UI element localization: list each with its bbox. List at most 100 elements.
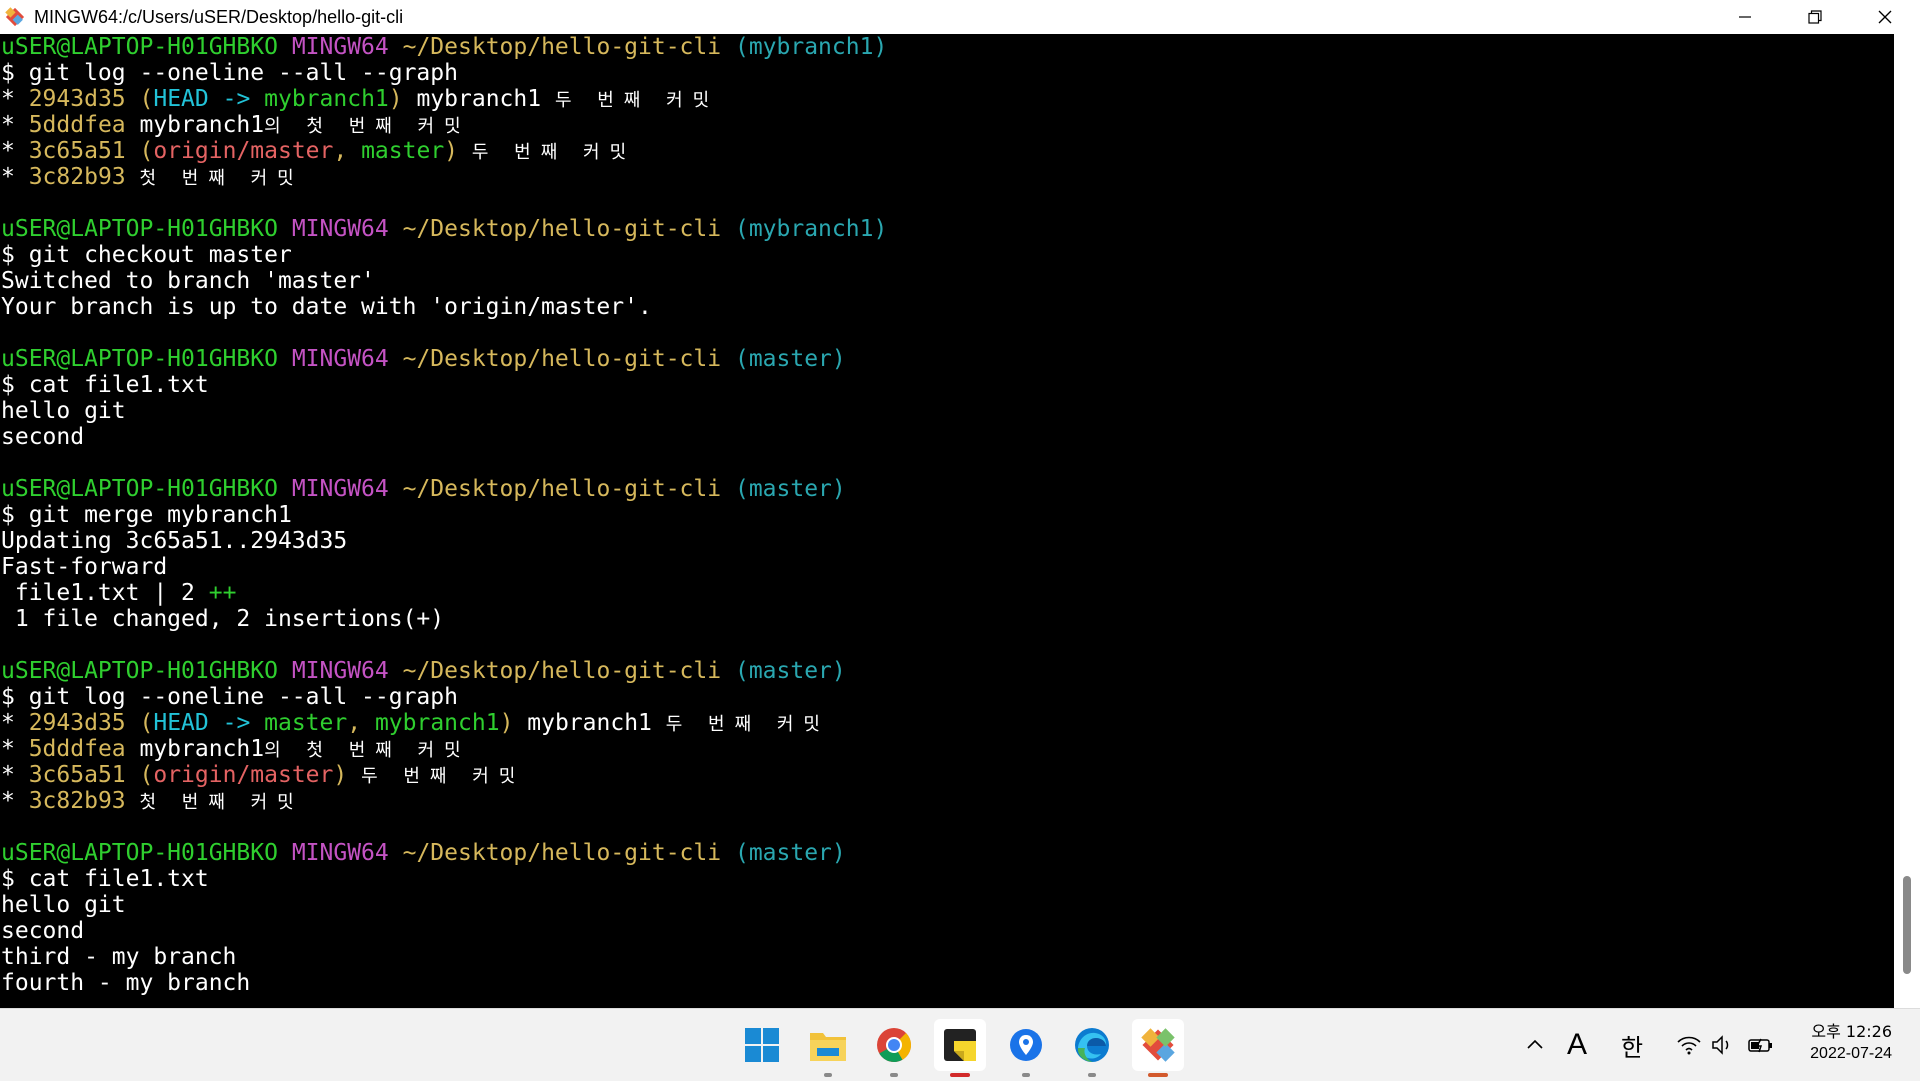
- terminal-text-segment: $ git checkout master: [1, 242, 292, 268]
- terminal-line: Switched to branch 'master': [0, 268, 1894, 294]
- terminal-text-segment: (: [139, 710, 154, 736]
- terminal-text-segment: (master): [734, 476, 846, 502]
- terminal-text-segment: Updating 3c65a51..2943d35: [1, 528, 348, 554]
- terminal-text-segment: MINGW64: [291, 34, 389, 60]
- terminal-text-segment: 의 첫 번째 커밋: [264, 116, 471, 137]
- terminal-text-segment: *: [1, 762, 29, 788]
- terminal-text-segment: (master): [734, 840, 846, 866]
- taskbar-chrome[interactable]: [868, 1019, 920, 1077]
- terminal-line: $ git log --oneline --all --graph: [0, 684, 1894, 710]
- terminal-text-segment: *: [1, 112, 29, 138]
- terminal-scrollbar[interactable]: [1894, 34, 1920, 1008]
- terminal-text-segment: 3c65a51: [28, 138, 126, 164]
- terminal-text-segment: fourth - my branch: [1, 970, 251, 996]
- terminal-text-segment: origin/master: [153, 762, 334, 788]
- terminal-line: $ git checkout master: [0, 242, 1894, 268]
- battery-icon: [1748, 1038, 1772, 1053]
- terminal-text-segment: $ git log --oneline --all --graph: [1, 60, 458, 86]
- terminal-line: 1 file changed, 2 insertions(+): [0, 606, 1894, 632]
- terminal-line: * 3c82b93 첫 번째 커밋: [0, 164, 1894, 190]
- terminal-line: uSER@LAPTOP-H01GHBKO MINGW64 ~/Desktop/h…: [0, 840, 1894, 866]
- terminal-text-segment: ++: [208, 580, 237, 606]
- minimize-button[interactable]: [1710, 0, 1780, 34]
- terminal-text-segment: MINGW64: [291, 840, 389, 866]
- folder-icon: [810, 1033, 846, 1061]
- terminal-text-segment: Your branch is up to date with 'origin/m…: [1, 294, 652, 320]
- terminal-text-segment: 5dddfea: [28, 736, 126, 762]
- terminal-line: * 3c65a51 (origin/master, master) 두 번째 커…: [0, 138, 1894, 164]
- speaker-icon: [1712, 1035, 1729, 1055]
- terminal-text-segment: 첫 번째 커밋: [139, 168, 304, 189]
- terminal-text-segment: 두 번째 커밋: [554, 90, 720, 111]
- terminal-text-segment: ~/Desktop/hello-git-cli: [402, 216, 722, 242]
- terminal-text-segment: 2943d35: [28, 86, 126, 112]
- terminal-text-segment: 1 file changed, 2 insertions(+): [1, 606, 445, 632]
- battery-status[interactable]: [1744, 1027, 1778, 1063]
- terminal-text-segment: origin/master: [153, 138, 334, 164]
- terminal-text-segment: 2943d35: [28, 710, 126, 736]
- show-hidden-icons-button[interactable]: [1520, 1027, 1550, 1063]
- terminal-text-segment: ~/Desktop/hello-git-cli: [402, 476, 722, 502]
- terminal-line: * 3c65a51 (origin/master) 두 번째 커밋: [0, 762, 1894, 788]
- close-icon: [1878, 10, 1892, 24]
- terminal-text-segment: hello git: [1, 398, 126, 424]
- terminal-text-segment: file1.txt | 2: [1, 580, 209, 606]
- terminal-text-segment: HEAD ->: [153, 86, 265, 112]
- terminal-text-segment: hello git: [1, 892, 126, 918]
- terminal-line: hello git: [0, 892, 1894, 918]
- terminal-text-segment: *: [1, 164, 29, 190]
- terminal-text-segment: *: [1, 86, 29, 112]
- terminal-text-segment: mybranch1: [513, 710, 666, 736]
- restore-button[interactable]: [1780, 0, 1850, 34]
- terminal-text-segment: uSER@LAPTOP-H01GHBKO: [1, 346, 278, 372]
- terminal-line: * 5dddfea mybranch1의 첫 번째 커밋: [0, 112, 1894, 138]
- terminal-text-segment: 두 번째 커밋: [471, 142, 637, 163]
- terminal-text-segment: mybranch1: [402, 86, 555, 112]
- scrollbar-thumb[interactable]: [1903, 876, 1911, 974]
- taskbar-sticky-notes[interactable]: [934, 1019, 986, 1077]
- terminal-line: third - my branch: [0, 944, 1894, 970]
- ime-language-indicator[interactable]: 한: [1617, 1027, 1647, 1063]
- terminal-text-segment: mybranch1: [125, 736, 265, 762]
- taskbar-edge[interactable]: [1066, 1019, 1118, 1077]
- terminal-text-segment: (: [139, 86, 154, 112]
- system-clock[interactable]: 오후 12:26 2022-07-24: [1810, 1021, 1892, 1065]
- volume-control[interactable]: [1708, 1027, 1738, 1063]
- terminal-line: * 2943d35 (HEAD -> mybranch1) mybranch1 …: [0, 86, 1894, 112]
- terminal-text-segment: Switched to branch 'master': [1, 268, 375, 294]
- terminal-output[interactable]: uSER@LAPTOP-H01GHBKO MINGW64 ~/Desktop/h…: [0, 34, 1894, 1008]
- title-bar[interactable]: MINGW64:/c/Users/uSER/Desktop/hello-git-…: [0, 0, 1920, 34]
- terminal-line: uSER@LAPTOP-H01GHBKO MINGW64 ~/Desktop/h…: [0, 658, 1894, 684]
- close-button[interactable]: [1850, 0, 1920, 34]
- terminal-text-segment: master: [264, 710, 348, 736]
- taskbar-maps[interactable]: [1000, 1019, 1052, 1077]
- terminal-text-segment: 5dddfea: [28, 112, 126, 138]
- terminal-text-segment: MINGW64: [291, 346, 389, 372]
- restore-icon: [1808, 10, 1822, 24]
- terminal-line: * 3c82b93 첫 번째 커밋: [0, 788, 1894, 814]
- terminal-line: $ cat file1.txt: [0, 866, 1894, 892]
- terminal-line: Your branch is up to date with 'origin/m…: [0, 294, 1894, 320]
- ime-mode-indicator[interactable]: A: [1562, 1027, 1592, 1063]
- terminal-text-segment: ): [499, 710, 514, 736]
- terminal-line: uSER@LAPTOP-H01GHBKO MINGW64 ~/Desktop/h…: [0, 216, 1894, 242]
- wifi-icon: [1677, 1036, 1701, 1055]
- start-button[interactable]: [736, 1019, 788, 1071]
- terminal-text-segment: uSER@LAPTOP-H01GHBKO: [1, 216, 278, 242]
- terminal-text-segment: master: [361, 138, 445, 164]
- taskbar-file-explorer[interactable]: [802, 1019, 854, 1077]
- taskbar-git-bash[interactable]: [1132, 1019, 1184, 1077]
- running-indicator: [950, 1073, 970, 1077]
- terminal-text-segment: 3c82b93: [28, 164, 126, 190]
- terminal-text-segment: (: [139, 138, 154, 164]
- running-indicator: [1022, 1073, 1030, 1077]
- wifi-status[interactable]: [1674, 1027, 1704, 1063]
